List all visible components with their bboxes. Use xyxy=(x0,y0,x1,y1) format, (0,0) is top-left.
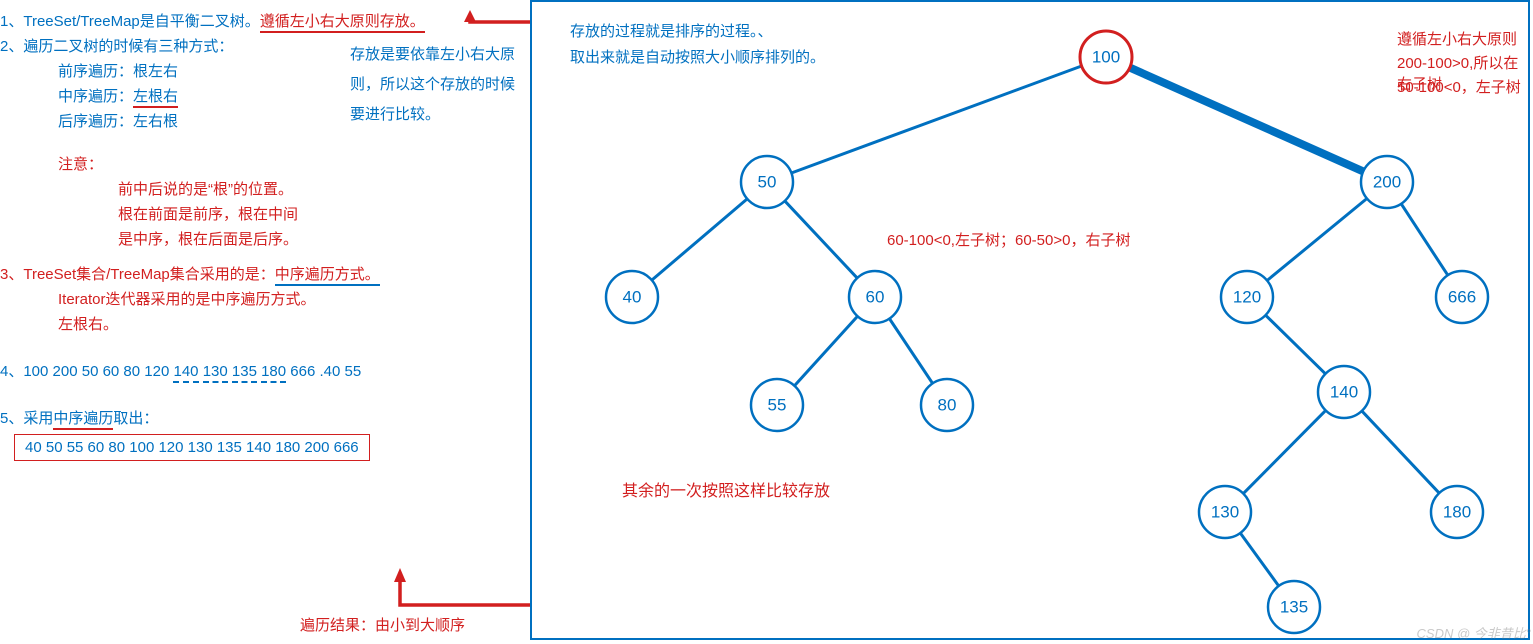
svg-text:130: 130 xyxy=(1211,503,1239,522)
svg-text:666: 666 xyxy=(1448,288,1476,307)
l1b: 遵循左小右大原则存放。 xyxy=(260,13,425,33)
l3a: 3、TreeSet集合/TreeMap集合采用的是： xyxy=(0,266,275,283)
note1: 前中后说的是“根”的位置。 xyxy=(0,178,520,199)
note2: 根在前面是前序，根在中间 xyxy=(0,203,520,224)
svg-text:180: 180 xyxy=(1443,503,1471,522)
rule-1: 遵循左小右大原则 xyxy=(1397,28,1517,49)
result-sequence: 40 50 55 60 80 100 120 130 135 140 180 2… xyxy=(14,434,370,461)
result-caption: 遍历结果：由小到大顺序 xyxy=(300,614,465,635)
l5c: 取出： xyxy=(113,410,158,427)
svg-text:80: 80 xyxy=(938,396,957,415)
svg-text:140: 140 xyxy=(1330,383,1358,402)
in-order-a: 中序遍历： xyxy=(58,88,133,105)
note-header: 注意： xyxy=(0,153,520,174)
svg-text:200: 200 xyxy=(1373,173,1401,192)
svg-text:55: 55 xyxy=(768,396,787,415)
l5b: 中序遍历 xyxy=(53,410,113,430)
watermark: CSDN @ 今非昔比° xyxy=(1417,623,1531,642)
in-order-b: 左根右 xyxy=(133,88,178,108)
side-note: 存放是要依靠左小右大原则，所以这个存放的时候要进行比较。 xyxy=(350,40,520,130)
top-desc-2: 取出来就是自动按照大小顺序排列的。 xyxy=(570,46,825,67)
tree-svg: 100 50 200 40 60 120 666 55 80 140 130 180 135 xyxy=(532,2,1528,638)
tree-diagram-panel: 存放的过程就是排序的过程。、 取出来就是自动按照大小顺序排列的。 遵循左小右大原… xyxy=(530,0,1530,640)
svg-text:120: 120 xyxy=(1233,288,1261,307)
svg-text:135: 135 xyxy=(1280,598,1308,617)
iterator-note: Iterator迭代器采用的是中序遍历方式。 xyxy=(0,288,520,309)
rule-3: 50-100<0，左子树 xyxy=(1397,76,1521,97)
mid-rule: 60-100<0,左子树；60-50>0，右子树 xyxy=(887,229,1130,250)
svg-text:50: 50 xyxy=(758,173,777,192)
insert-sequence: 4、100 200 50 60 80 120 140 130 135 180 6… xyxy=(0,360,520,381)
lgr: 左根右。 xyxy=(0,313,520,334)
top-desc-1: 存放的过程就是排序的过程。、 xyxy=(570,20,773,41)
l5a: 5、采用 xyxy=(0,410,53,427)
svg-text:40: 40 xyxy=(623,288,642,307)
note3: 是中序，根在后面是后序。 xyxy=(0,228,520,249)
bottom-rule: 其余的一次按照这样比较存放 xyxy=(622,477,830,501)
svg-text:60: 60 xyxy=(866,288,885,307)
l1a: 1、TreeSet/TreeMap是自平衡二叉树。 xyxy=(0,13,260,30)
l3b: 中序遍历方式。 xyxy=(275,266,380,286)
svg-text:100: 100 xyxy=(1092,48,1120,67)
